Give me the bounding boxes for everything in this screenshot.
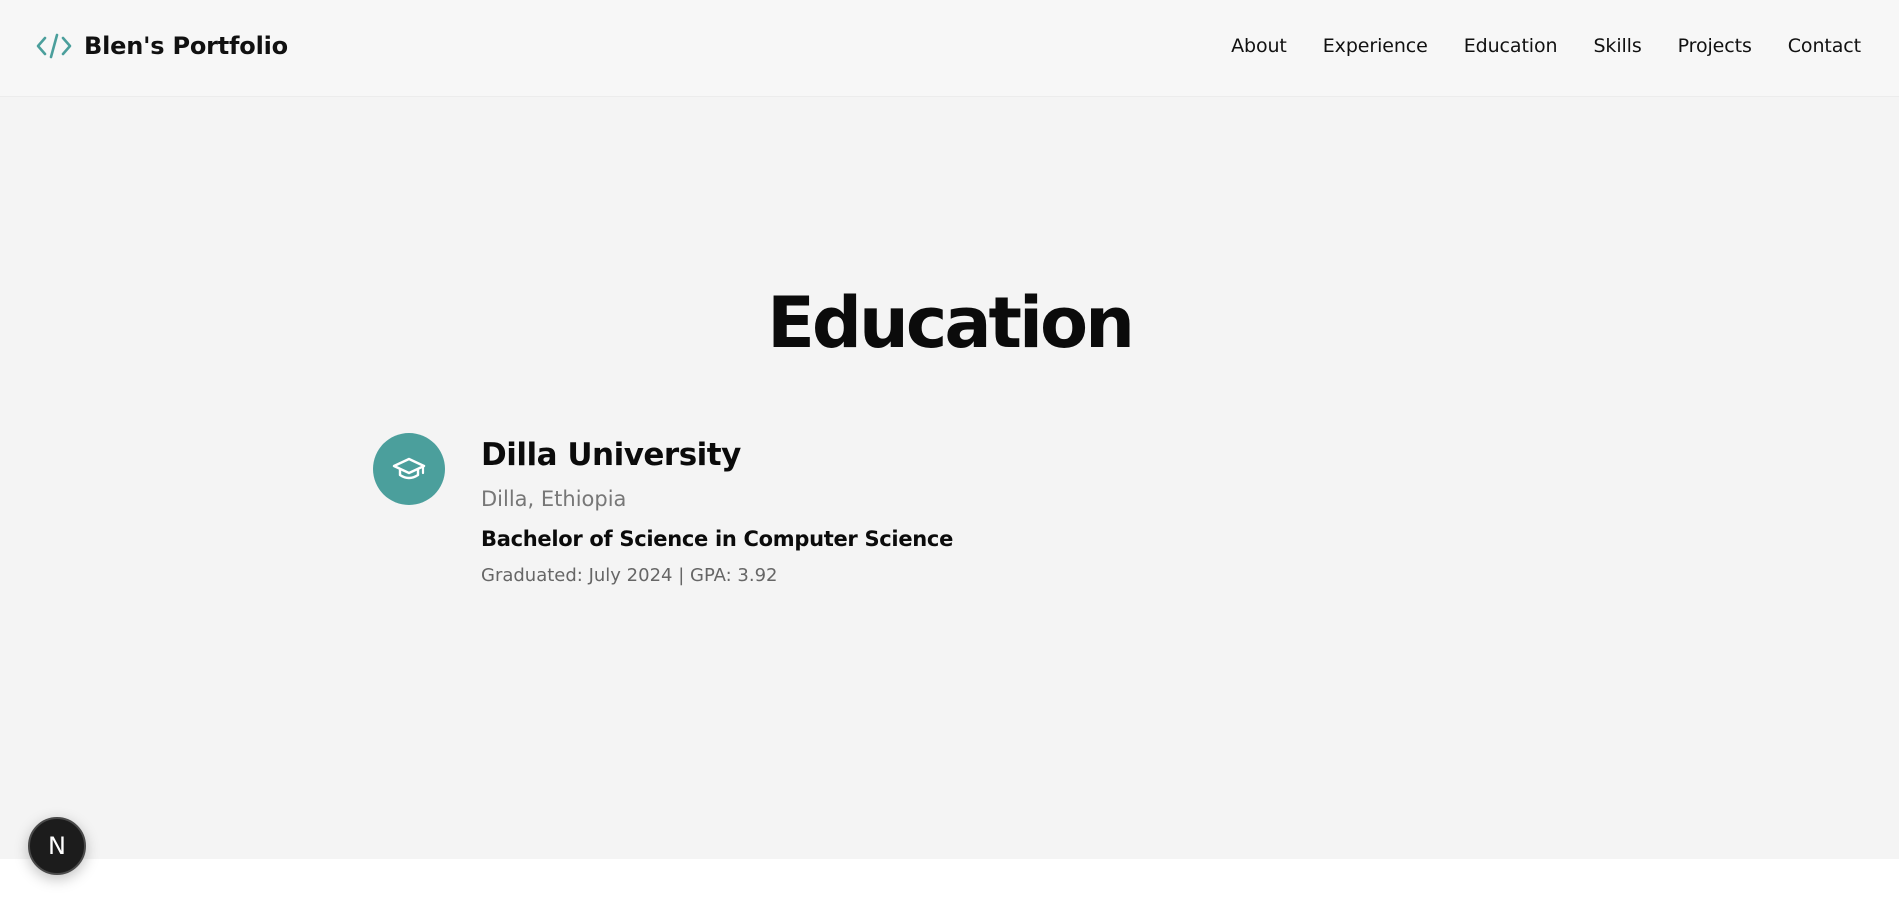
school-name: Dilla University [481, 437, 741, 473]
site-header: Blen's Portfolio About Experience Educat… [0, 0, 1899, 97]
brand-link[interactable]: Blen's Portfolio [36, 28, 288, 64]
brand-name: Blen's Portfolio [84, 32, 288, 60]
graduation-cap-icon [373, 433, 445, 505]
nextjs-dev-indicator-button[interactable]: N [28, 817, 86, 875]
nav-about[interactable]: About [1231, 35, 1287, 57]
nav-experience[interactable]: Experience [1323, 35, 1428, 57]
nav-education[interactable]: Education [1464, 35, 1558, 57]
degree-title: Bachelor of Science in Computer Science [481, 527, 954, 551]
section-title: Education [767, 282, 1135, 364]
main-nav: About Experience Education Skills Projec… [1231, 0, 1861, 92]
graduation-details: Graduated: July 2024 | GPA: 3.92 [481, 565, 778, 586]
code-brackets-icon [36, 28, 72, 64]
education-section: Education Dilla University Dilla, Ethiop… [0, 97, 1899, 859]
school-location: Dilla, Ethiopia [481, 487, 627, 511]
nav-projects[interactable]: Projects [1678, 35, 1752, 57]
nextjs-logo-icon: N [48, 832, 66, 860]
nav-contact[interactable]: Contact [1788, 35, 1861, 57]
next-section-edge [0, 859, 1899, 898]
page: Blen's Portfolio About Experience Educat… [0, 0, 1899, 898]
nav-skills[interactable]: Skills [1593, 35, 1641, 57]
education-entry: Dilla University Dilla, Ethiopia Bachelo… [481, 435, 953, 589]
